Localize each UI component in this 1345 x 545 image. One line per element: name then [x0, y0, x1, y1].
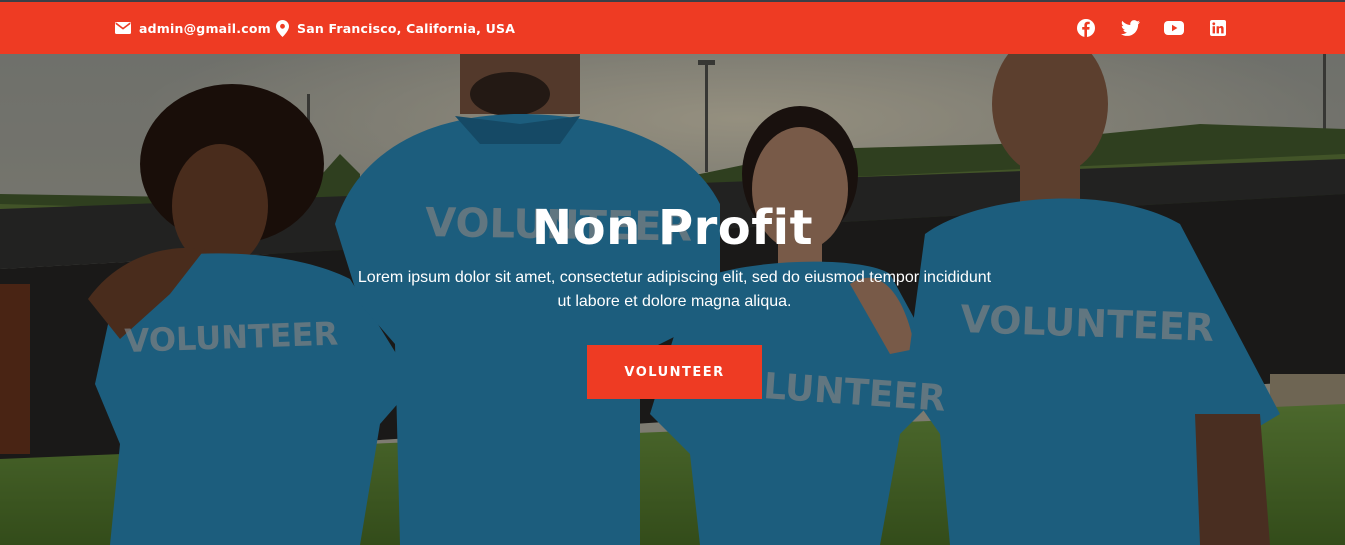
- map-pin-icon: [276, 19, 297, 37]
- twitter-icon[interactable]: [1116, 14, 1144, 42]
- volunteer-button[interactable]: VOLUNTEER: [587, 345, 762, 399]
- location-text: San Francisco, California, USA: [297, 20, 516, 36]
- hero-title: Non Profit: [531, 200, 814, 256]
- social-links: [1072, 2, 1248, 54]
- page: admin@gmail.com San Francisco, Californi…: [0, 0, 1345, 545]
- facebook-icon[interactable]: [1072, 14, 1100, 42]
- hero-subtitle: Lorem ipsum dolor sit amet, consectetur …: [357, 269, 992, 310]
- youtube-icon[interactable]: [1160, 14, 1188, 42]
- top-bar: admin@gmail.com San Francisco, Californi…: [0, 0, 1345, 54]
- contact-email[interactable]: admin@gmail.com: [115, 2, 271, 54]
- linkedin-icon[interactable]: [1204, 14, 1232, 42]
- envelope-icon: [115, 22, 139, 34]
- hero-section: VOLUNTEER VOLUNTEER VOLUNTEER VOLUNTEER …: [0, 54, 1345, 545]
- email-text: admin@gmail.com: [139, 20, 271, 36]
- contact-location: San Francisco, California, USA: [276, 2, 515, 54]
